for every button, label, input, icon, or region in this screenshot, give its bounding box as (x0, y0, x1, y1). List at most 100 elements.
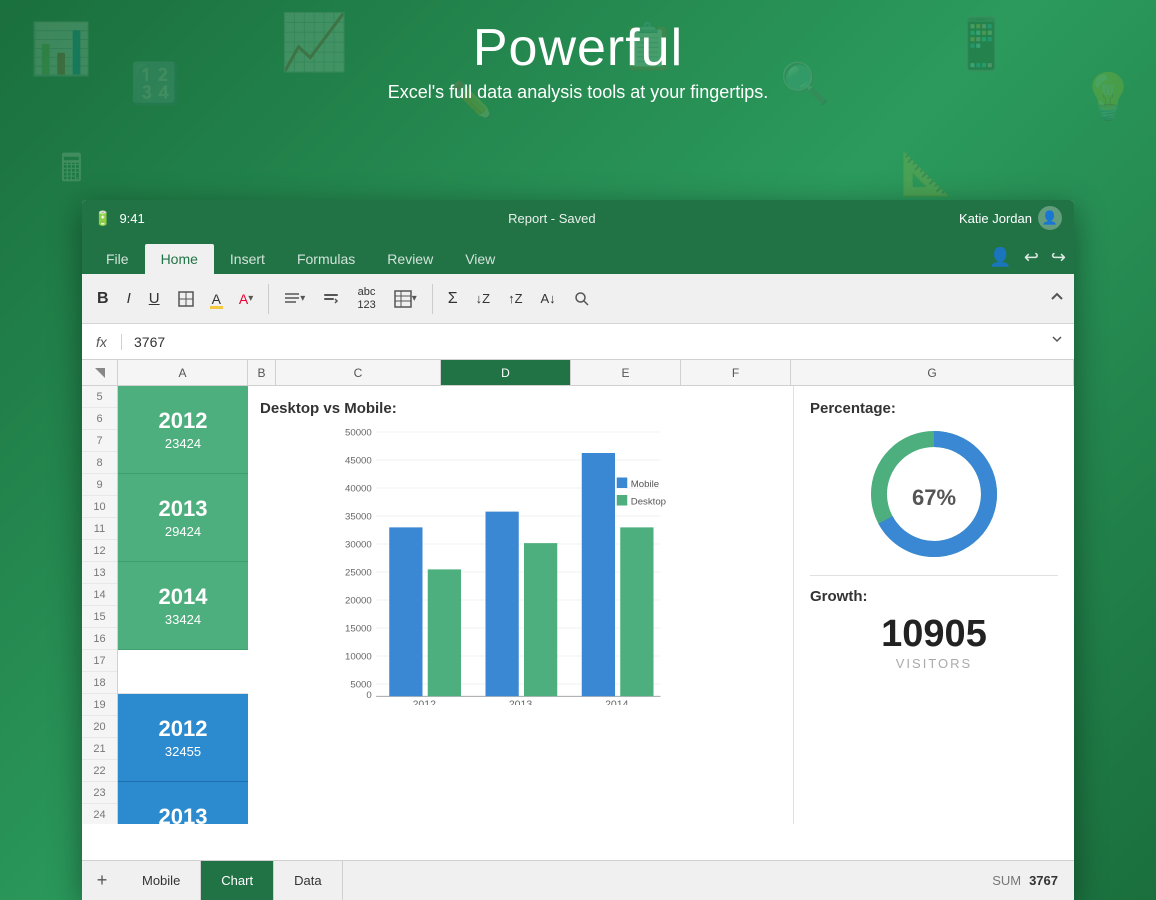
sheet-tab-chart[interactable]: Chart (201, 861, 274, 900)
empty-cell-1 (118, 650, 248, 694)
col-header-d[interactable]: D (441, 360, 571, 385)
tab-view[interactable]: View (449, 244, 511, 274)
row-20: 20 (82, 716, 117, 738)
year-2013-label: 2013 (159, 496, 208, 522)
svg-text:45000: 45000 (345, 456, 372, 467)
formula-bar: fx 3767 (82, 324, 1074, 360)
sum-button[interactable]: Σ (441, 285, 465, 313)
year-2012-label: 2012 (159, 408, 208, 434)
svg-text:35000: 35000 (345, 512, 372, 523)
right-panel: Percentage: 67% (794, 386, 1074, 824)
bar-chart-title: Desktop vs Mobile: (260, 400, 781, 417)
tab-actions: 👤 ↩ ↪ (989, 247, 1066, 274)
avatar: 👤 (1038, 206, 1062, 230)
borders-button[interactable] (171, 286, 201, 312)
donut-chart-container: 67% (810, 429, 1058, 559)
bar-chart-section: Desktop vs Mobile: 50000 45000 40000 350… (248, 386, 794, 824)
year-block-2014-green[interactable]: 2014 33424 (118, 562, 248, 650)
charts-section: Desktop vs Mobile: 50000 45000 40000 350… (248, 386, 1074, 824)
row-17: 17 (82, 650, 117, 672)
svg-text:0: 0 (366, 690, 371, 701)
donut-title: Percentage: (810, 400, 1058, 417)
fill-color-button[interactable]: A (205, 286, 228, 312)
col-header-a[interactable]: A (118, 360, 248, 385)
row-24: 24 (82, 804, 117, 824)
ribbon: B I U A A ▾ ▾ abc123 (82, 274, 1074, 324)
hero-title: Powerful (0, 18, 1156, 78)
add-sheet-button[interactable]: + (82, 861, 122, 900)
col-header-g[interactable]: G (791, 360, 1074, 385)
italic-button[interactable]: I (120, 285, 138, 312)
tab-file[interactable]: File (90, 244, 145, 274)
bar-2012-mobile (389, 527, 422, 696)
row-18: 18 (82, 672, 117, 694)
tab-home[interactable]: Home (145, 244, 214, 274)
year-block-2012-green[interactable]: 2012 23424 (118, 386, 248, 474)
table-button[interactable]: ▾ (387, 285, 424, 313)
grid-content: A B C D E F G 2012 23424 2013 (118, 360, 1074, 824)
row-9: 9 (82, 474, 117, 496)
title-bar: 🔋 9:41 Report - Saved Katie Jordan 👤 (82, 200, 1074, 236)
formula-expand-btn[interactable] (1040, 332, 1074, 351)
tab-insert[interactable]: Insert (214, 244, 281, 274)
col-header-b[interactable]: B (248, 360, 276, 385)
undo-button[interactable]: ↩ (1024, 247, 1039, 268)
year-block-2013-green[interactable]: 2013 29424 (118, 474, 248, 562)
year-block-2012-blue[interactable]: 2012 32455 (118, 694, 248, 782)
bold-button[interactable]: B (90, 285, 116, 313)
align-button[interactable]: ▾ (277, 287, 312, 311)
growth-value: 10905 (810, 613, 1058, 656)
corner-cell (82, 360, 117, 386)
year-2014-value: 33424 (165, 612, 201, 627)
cells-area: 2012 23424 2013 29424 2014 33424 (118, 386, 1074, 824)
bar-2014-mobile (582, 453, 615, 696)
formula-value[interactable]: 3767 (122, 334, 1040, 350)
sort-desc-button[interactable]: ↑Z (501, 286, 529, 311)
year-block-2013-blue[interactable]: 2013 35455 (118, 782, 248, 824)
filter-button[interactable]: A↓ (534, 286, 563, 311)
battery-icon: 🔋 (94, 210, 111, 227)
sheet-tab-data[interactable]: Data (274, 861, 342, 900)
underline-button[interactable]: U (142, 285, 167, 312)
row-23: 23 (82, 782, 117, 804)
col-header-e[interactable]: E (571, 360, 681, 385)
search-button[interactable] (567, 286, 597, 312)
tab-review[interactable]: Review (371, 244, 449, 274)
left-data-column: 2012 23424 2013 29424 2014 33424 (118, 386, 248, 824)
row-11: 11 (82, 518, 117, 540)
sheet-tab-mobile[interactable]: Mobile (122, 861, 201, 900)
svg-text:2014: 2014 (605, 699, 629, 705)
row-7: 7 (82, 430, 117, 452)
svg-text:Desktop: Desktop (631, 497, 666, 508)
svg-text:Mobile: Mobile (631, 479, 659, 490)
sort-asc-button[interactable]: ↓Z (469, 286, 497, 311)
svg-text:20000: 20000 (345, 596, 372, 607)
formula-label: fx (82, 334, 122, 350)
column-headers: A B C D E F G (118, 360, 1074, 386)
ribbon-tab-bar: File Home Insert Formulas Review View 👤 … (82, 236, 1074, 274)
hero-section: Powerful Excel's full data analysis tool… (0, 18, 1156, 103)
sum-display: SUM 3767 (976, 873, 1074, 888)
row-8: 8 (82, 452, 117, 474)
year-2013-blue-label: 2013 (159, 804, 208, 824)
font-color-button[interactable]: A ▾ (232, 286, 260, 312)
ribbon-collapse-btn[interactable] (1048, 287, 1066, 310)
bar-2012-desktop (428, 569, 461, 696)
col-header-c[interactable]: C (276, 360, 441, 385)
number-format-button[interactable]: abc123 (350, 281, 382, 315)
row-5: 5 (82, 386, 117, 408)
svg-text:5000: 5000 (350, 680, 371, 691)
redo-button[interactable]: ↪ (1051, 247, 1066, 268)
col-header-f[interactable]: F (681, 360, 791, 385)
wrap-text-button[interactable] (316, 286, 346, 312)
year-2012-blue-label: 2012 (159, 716, 208, 742)
row-14: 14 (82, 584, 117, 606)
svg-text:50000: 50000 (345, 428, 372, 439)
tab-formulas[interactable]: Formulas (281, 244, 371, 274)
svg-text:2012: 2012 (413, 699, 437, 705)
year-2012-value: 23424 (165, 436, 201, 451)
svg-text:2013: 2013 (509, 699, 533, 705)
user-icon[interactable]: 👤 (989, 247, 1011, 268)
growth-section: Growth: 10905 VISITORS (810, 575, 1058, 671)
row-21: 21 (82, 738, 117, 760)
